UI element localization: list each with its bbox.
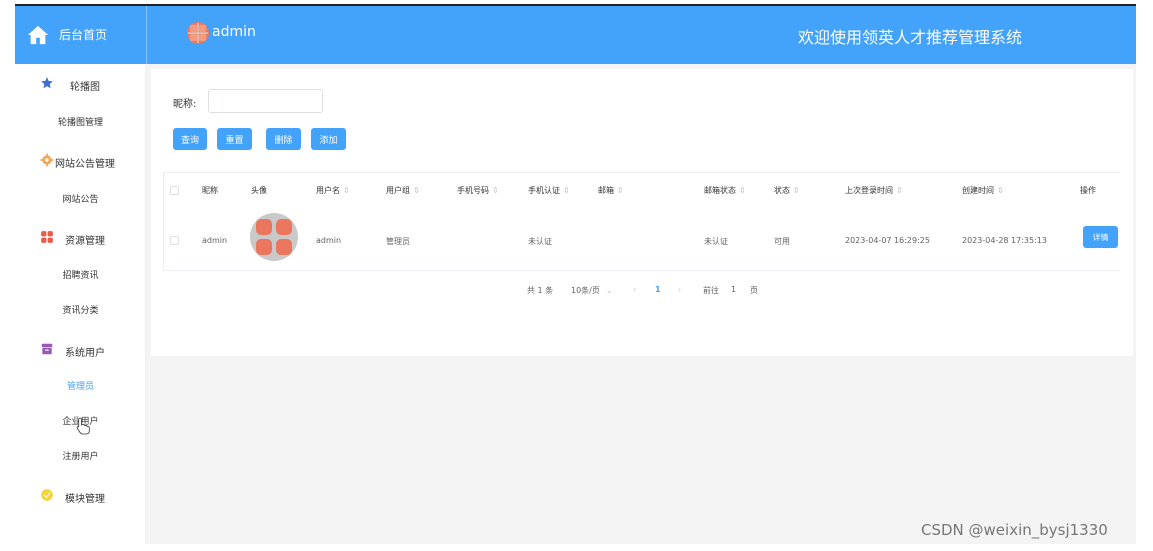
next-page-icon[interactable]: › <box>678 285 681 294</box>
goto-page-input[interactable]: 1 <box>731 285 736 294</box>
column-header-phone-auth[interactable]: 手机认证 ⇕ <box>528 185 570 196</box>
sidebar: 轮播图 轮播图管理 网站公告管理 网站公告 资源管理 招聘资讯 资讯分类 系统用… <box>15 64 146 544</box>
detail-button[interactable]: 详情 <box>1083 226 1118 248</box>
column-header-phone[interactable]: 手机号码 ⇕ <box>457 185 499 196</box>
archive-icon <box>41 343 53 355</box>
row-checkbox[interactable] <box>170 236 179 245</box>
column-header-action: 操作 <box>1080 186 1096 195</box>
sort-icon[interactable]: ⇕ <box>997 186 1004 195</box>
sidebar-item-notice[interactable]: 网站公告 <box>15 192 146 205</box>
system-title: 欢迎使用领英人才推荐管理系统 <box>798 28 1023 47</box>
sort-icon[interactable]: ⇕ <box>343 186 350 195</box>
prev-page-icon[interactable]: ‹ <box>633 285 636 294</box>
column-header-email-status[interactable]: 邮箱状态 ⇕ <box>704 185 746 196</box>
watermark: CSDN @weixin_bysj1330 <box>921 521 1108 539</box>
top-header: 后台首页 admin 欢迎使用领英人才推荐管理系统 <box>15 6 1136 64</box>
sidebar-group-label: 模块管理 <box>65 494 105 505</box>
app-window: 后台首页 admin 欢迎使用领英人才推荐管理系统 轮播图 轮播图管理 网站公告… <box>0 0 1153 551</box>
logo-text: 后台首页 <box>59 28 108 42</box>
chevron-down-icon: ⌄ <box>605 286 613 295</box>
pagination-total: 共 1 条 <box>527 286 554 295</box>
sort-icon[interactable]: ⇕ <box>617 186 624 195</box>
sidebar-item-carousel-manage[interactable]: 轮播图管理 <box>15 115 146 128</box>
star-icon <box>41 77 53 89</box>
cell-last-login: 2023-04-07 16:29:25 <box>845 236 930 245</box>
sort-icon[interactable]: ⇕ <box>793 186 800 195</box>
avatar <box>250 213 298 261</box>
sort-icon[interactable]: ⇕ <box>739 186 746 195</box>
cell-group: 管理员 <box>386 237 410 246</box>
add-button[interactable]: 添加 <box>311 128 346 150</box>
sidebar-item-job-news[interactable]: 招聘资讯 <box>15 268 146 281</box>
cell-email-status: 未认证 <box>704 237 728 246</box>
badge-icon <box>41 489 53 501</box>
cell-nickname: admin <box>202 236 228 245</box>
goto-prefix: 前往 <box>703 286 719 295</box>
home-icon <box>27 25 49 45</box>
column-header-group[interactable]: 用户组 ⇕ <box>386 185 420 196</box>
logo-area[interactable]: 后台首页 <box>15 6 147 64</box>
goto-suffix: 页 <box>750 286 758 295</box>
column-header-avatar: 头像 <box>251 186 267 195</box>
column-header-nickname: 昵称 <box>202 186 218 195</box>
sidebar-group-label: 网站公告管理 <box>55 159 115 170</box>
column-header-created[interactable]: 创建时间 ⇕ <box>962 185 1004 196</box>
hand-cursor-icon <box>76 417 90 435</box>
reset-button[interactable]: 重置 <box>217 128 252 150</box>
sort-icon[interactable]: ⇕ <box>563 186 570 195</box>
sort-icon[interactable]: ⇕ <box>413 186 420 195</box>
user-name[interactable]: admin <box>212 24 256 40</box>
cell-status: 可用 <box>774 237 790 246</box>
column-header-status[interactable]: 状态 ⇕ <box>774 185 800 196</box>
search-label: 昵称: <box>173 99 197 110</box>
cell-created: 2023-04-28 17:35:13 <box>962 236 1047 245</box>
gear-icon <box>40 153 54 167</box>
column-header-last-login[interactable]: 上次登录时间 ⇕ <box>845 185 903 196</box>
grid-icon <box>41 231 53 243</box>
sidebar-item-registered-users[interactable]: 注册用户 <box>15 449 146 462</box>
sort-icon[interactable]: ⇕ <box>492 186 499 195</box>
query-button[interactable]: 查询 <box>173 128 207 150</box>
delete-button[interactable]: 删除 <box>266 128 301 150</box>
cell-username: admin <box>316 236 342 245</box>
sidebar-group-label: 系统用户 <box>65 348 105 359</box>
user-avatar-icon[interactable] <box>187 22 209 44</box>
column-header-email[interactable]: 邮箱 ⇕ <box>598 185 624 196</box>
select-all-checkbox[interactable] <box>170 186 179 195</box>
current-page[interactable]: 1 <box>655 285 661 294</box>
sidebar-item-admin[interactable]: 管理员 <box>15 379 146 392</box>
sidebar-item-news-category[interactable]: 资讯分类 <box>15 303 146 316</box>
sort-icon[interactable]: ⇕ <box>896 186 903 195</box>
sidebar-group-label: 轮播图 <box>70 82 100 93</box>
nickname-search-input[interactable] <box>208 89 323 113</box>
cell-phone-auth: 未认证 <box>528 237 552 246</box>
column-header-username[interactable]: 用户名 ⇕ <box>316 185 350 196</box>
page-size-select[interactable]: 10条/页 ⌄ <box>571 285 613 296</box>
sidebar-group-label: 资源管理 <box>65 236 105 247</box>
